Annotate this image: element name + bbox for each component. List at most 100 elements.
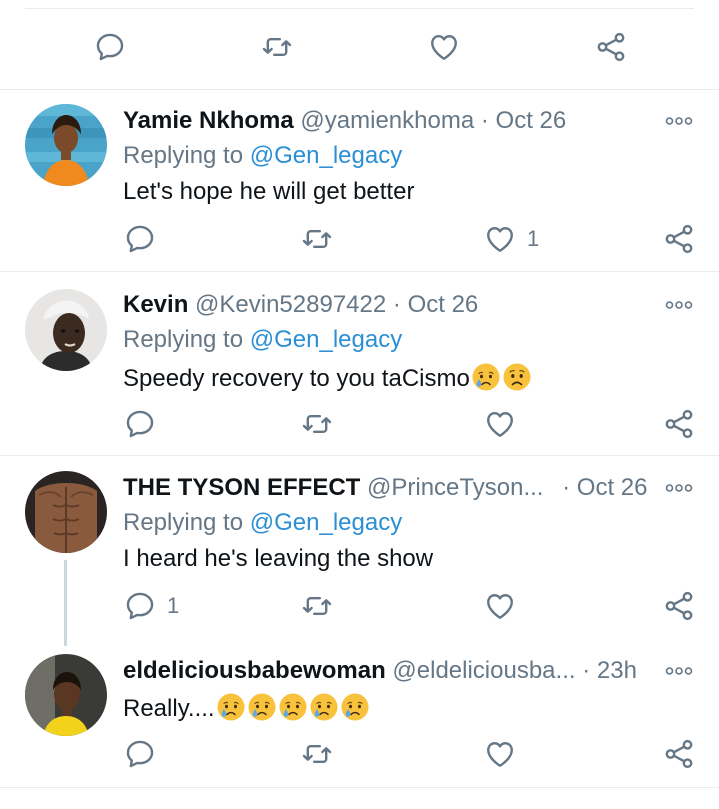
tweet-header: eldeliciousbabewoman @eldeliciousba... ·… xyxy=(123,656,659,686)
user-handle[interactable]: @Kevin52897422 xyxy=(195,291,386,318)
crying-face-emoji xyxy=(247,692,277,722)
retweet-button[interactable] xyxy=(300,222,334,256)
more-options-button[interactable] xyxy=(665,115,693,127)
separator-dot: · xyxy=(582,657,591,684)
like-button[interactable]: 1 xyxy=(483,222,539,256)
replying-to: Replying to @Gen_legacy xyxy=(123,508,402,538)
retweet-icon xyxy=(260,30,294,64)
crying-face-emoji xyxy=(216,692,246,722)
user-handle[interactable]: @eldeliciousba... xyxy=(392,657,575,684)
retweet-button[interactable] xyxy=(260,30,294,64)
more-options-button[interactable] xyxy=(665,299,693,311)
separator-dot: · xyxy=(562,474,571,501)
tweet-text-body: Speedy recovery to you taCismo xyxy=(123,365,470,392)
reply-button[interactable]: 1 xyxy=(123,589,179,623)
separator-dot: · xyxy=(392,291,401,318)
like-count: 1 xyxy=(527,226,540,251)
share-button[interactable] xyxy=(662,589,696,623)
reply-tweet[interactable]: Yamie Nkhoma @yamienkhoma · Oct 26 Reply… xyxy=(0,90,719,272)
thread-connector xyxy=(64,560,67,646)
timestamp[interactable]: 23h xyxy=(597,657,637,684)
more-icon xyxy=(665,115,693,127)
like-button[interactable] xyxy=(483,737,517,771)
user-handle[interactable]: @yamienkhoma xyxy=(300,107,474,134)
reply-tweet[interactable]: THE TYSON EFFECT @PrinceTyson... · Oct 2… xyxy=(0,456,719,648)
timestamp[interactable]: Oct 26 xyxy=(408,291,479,318)
divider xyxy=(0,787,719,788)
display-name[interactable]: THE TYSON EFFECT xyxy=(123,474,360,501)
tweet-text: I heard he's leaving the show xyxy=(123,545,434,572)
reply-icon xyxy=(123,222,157,256)
crying-face-emoji xyxy=(278,692,308,722)
share-icon xyxy=(662,407,696,441)
reply-button[interactable] xyxy=(123,407,157,441)
tweet-text-body: Really.... xyxy=(123,695,215,722)
share-icon xyxy=(594,30,628,64)
tweet-text: Let's hope he will get better xyxy=(123,178,415,205)
avatar[interactable] xyxy=(25,471,107,553)
retweet-icon xyxy=(300,589,334,623)
reply-count: 1 xyxy=(167,593,180,618)
mention-link[interactable]: @Gen_legacy xyxy=(250,326,402,353)
share-icon xyxy=(662,222,696,256)
replying-to-label: Replying to xyxy=(123,142,244,169)
retweet-button[interactable] xyxy=(300,737,334,771)
reply-tweet[interactable]: Kevin @Kevin52897422 · Oct 26 Replying t… xyxy=(0,272,719,456)
crying-face-emoji xyxy=(309,692,339,722)
more-icon xyxy=(665,482,693,494)
replying-to: Replying to @Gen_legacy xyxy=(123,141,402,171)
heart-icon xyxy=(483,737,517,771)
separator-dot: · xyxy=(480,107,489,134)
replying-to: Replying to @Gen_legacy xyxy=(123,325,402,355)
heart-icon xyxy=(483,407,517,441)
reply-button[interactable] xyxy=(123,737,157,771)
avatar[interactable] xyxy=(25,654,107,736)
reply-icon xyxy=(123,407,157,441)
retweet-button[interactable] xyxy=(300,589,334,623)
share-button[interactable] xyxy=(662,737,696,771)
crying-face-emoji xyxy=(471,362,501,392)
like-button[interactable] xyxy=(427,30,461,64)
retweet-icon xyxy=(300,407,334,441)
tweet-text: Speedy recovery to you taCismo xyxy=(123,362,532,394)
worried-face-emoji xyxy=(502,362,532,392)
display-name[interactable]: Kevin xyxy=(123,291,188,318)
avatar[interactable] xyxy=(25,104,107,186)
more-options-button[interactable] xyxy=(665,665,693,677)
share-button[interactable] xyxy=(594,30,628,64)
user-handle[interactable]: @PrinceTyson... xyxy=(367,474,543,501)
mention-link[interactable]: @Gen_legacy xyxy=(250,509,402,536)
replying-to-label: Replying to xyxy=(123,326,244,353)
retweet-icon xyxy=(300,222,334,256)
reply-icon xyxy=(93,30,127,64)
reply-button[interactable] xyxy=(123,222,157,256)
reply-tweet[interactable]: eldeliciousbabewoman @eldeliciousba... ·… xyxy=(0,648,719,809)
tweet-header: THE TYSON EFFECT @PrinceTyson... · Oct 2… xyxy=(123,473,659,503)
display-name[interactable]: eldeliciousbabewoman xyxy=(123,657,386,684)
like-button[interactable] xyxy=(483,589,517,623)
timestamp[interactable]: Oct 26 xyxy=(577,474,648,501)
tweet-header: Kevin @Kevin52897422 · Oct 26 xyxy=(123,290,659,320)
mention-link[interactable]: @Gen_legacy xyxy=(250,142,402,169)
crying-face-emoji xyxy=(340,692,370,722)
reply-button[interactable] xyxy=(93,30,127,64)
display-name[interactable]: Yamie Nkhoma xyxy=(123,107,294,134)
heart-icon xyxy=(483,589,517,623)
reply-icon xyxy=(123,737,157,771)
share-button[interactable] xyxy=(662,407,696,441)
heart-icon xyxy=(483,222,517,256)
more-options-button[interactable] xyxy=(665,482,693,494)
replying-to-label: Replying to xyxy=(123,509,244,536)
timestamp[interactable]: Oct 26 xyxy=(496,107,567,134)
share-button[interactable] xyxy=(662,222,696,256)
main-tweet-action-bar xyxy=(0,0,719,90)
like-button[interactable] xyxy=(483,407,517,441)
divider xyxy=(25,8,694,9)
share-icon xyxy=(662,589,696,623)
avatar[interactable] xyxy=(25,289,107,371)
more-icon xyxy=(665,299,693,311)
share-icon xyxy=(662,737,696,771)
tweet-text: Really.... xyxy=(123,692,370,724)
retweet-button[interactable] xyxy=(300,407,334,441)
retweet-icon xyxy=(300,737,334,771)
